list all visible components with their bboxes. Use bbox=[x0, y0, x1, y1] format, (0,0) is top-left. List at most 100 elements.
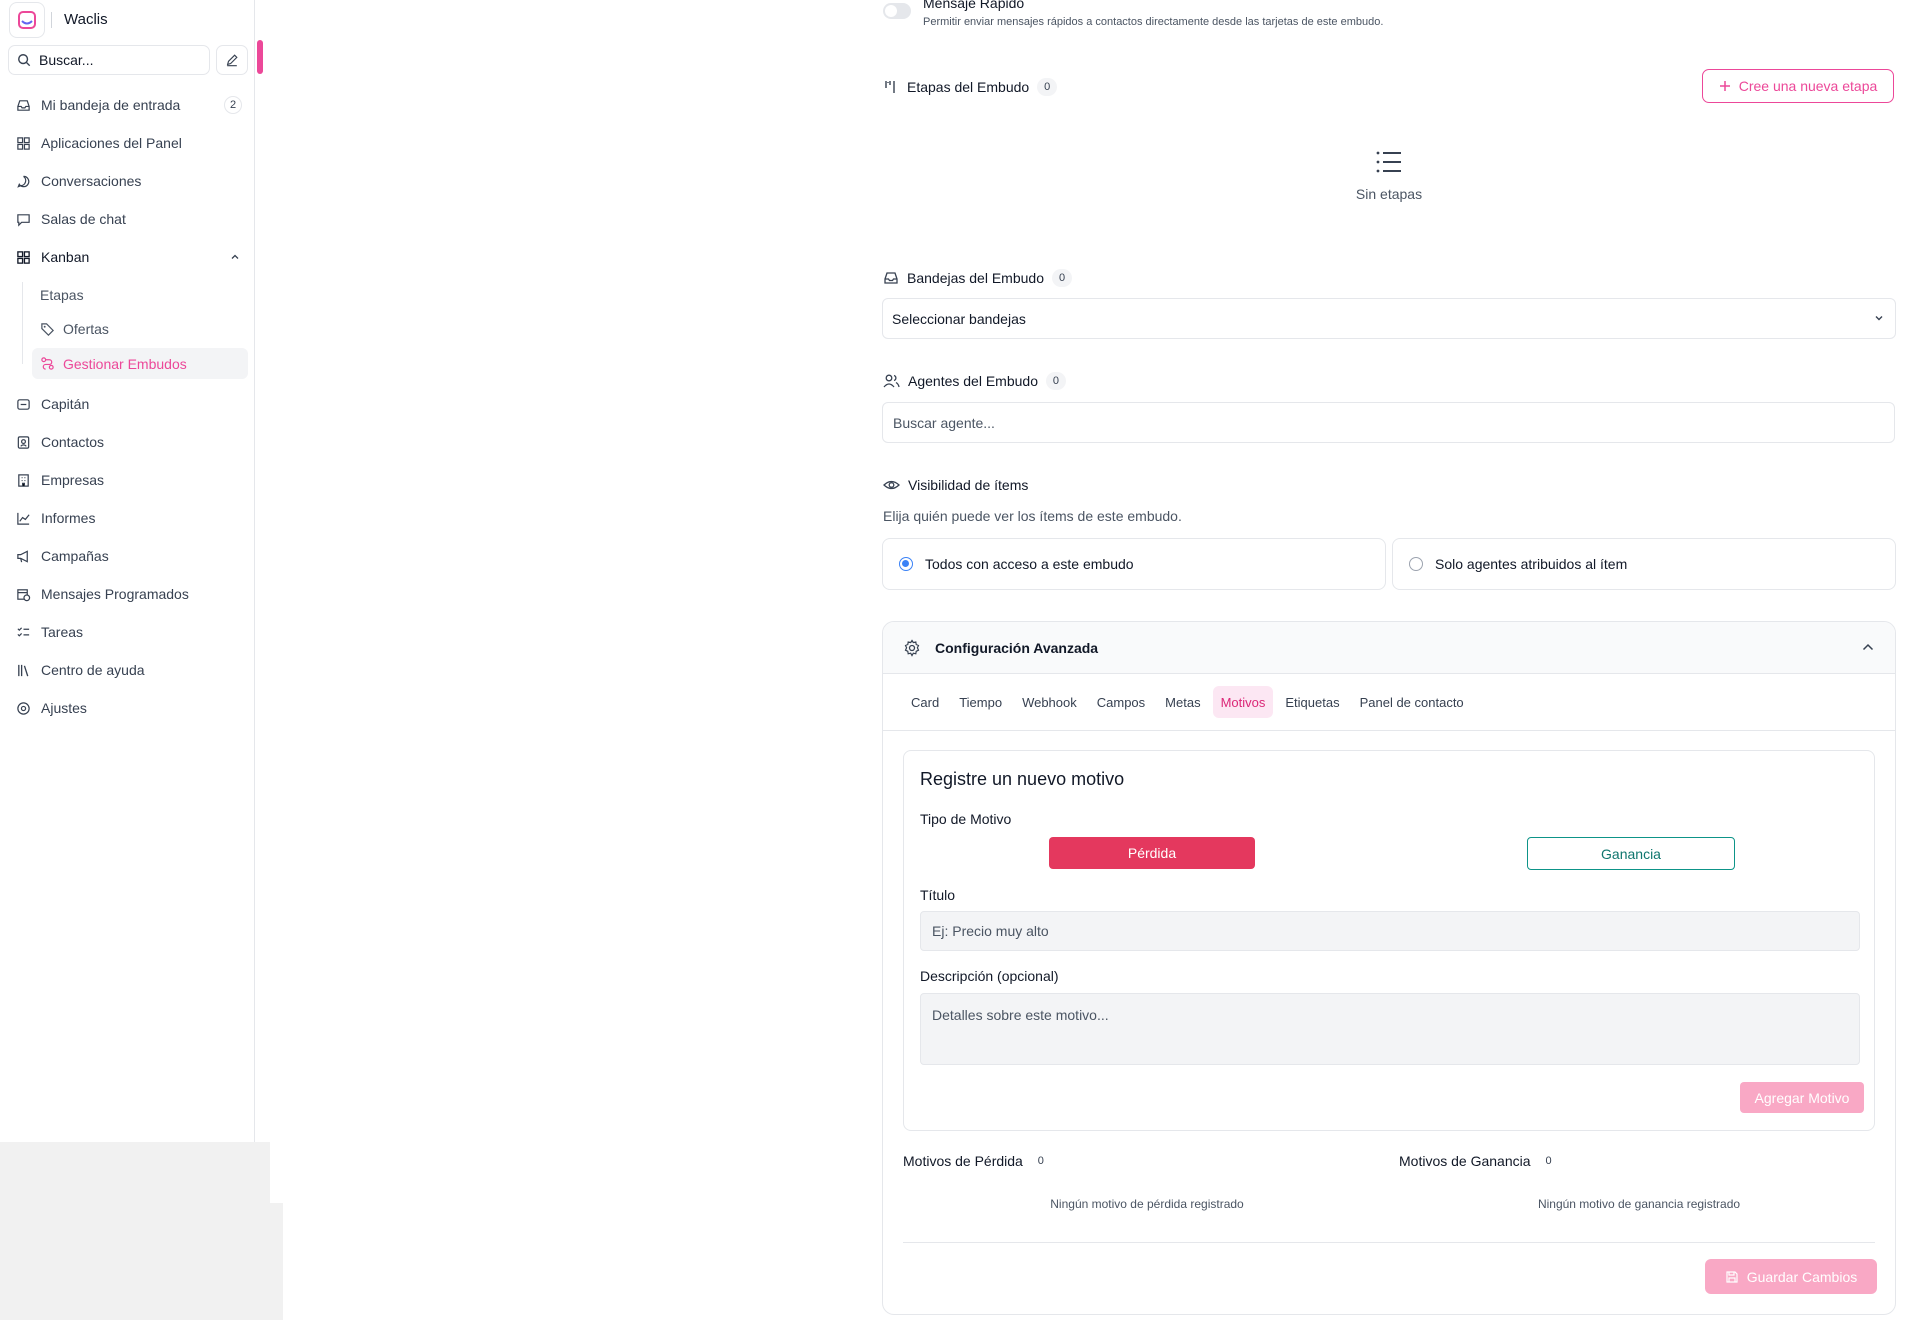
tab-fields[interactable]: Campos bbox=[1089, 686, 1153, 718]
sidebar-item-label: Centro de ayuda bbox=[41, 662, 145, 678]
tasks-icon bbox=[15, 624, 31, 640]
building-icon bbox=[15, 472, 31, 488]
sidebar-item-label: Tareas bbox=[41, 624, 84, 640]
kanban-submenu-line bbox=[22, 282, 23, 364]
sidebar-subitem-offers[interactable]: Ofertas bbox=[40, 314, 109, 344]
megaphone-icon bbox=[15, 548, 31, 564]
chevron-up-icon[interactable] bbox=[1861, 640, 1875, 654]
gain-type-button[interactable]: Ganancia bbox=[1527, 837, 1735, 870]
stages-header: Etapas del Embudo 0 bbox=[883, 76, 1058, 98]
sidebar-item-label: Empresas bbox=[41, 472, 105, 488]
sidebar-item-conversations[interactable]: Conversaciones bbox=[8, 166, 248, 196]
chevron-up-icon[interactable] bbox=[230, 252, 240, 262]
agent-search-input[interactable]: Buscar agente... bbox=[882, 402, 1895, 443]
apps-grid-icon bbox=[15, 135, 31, 151]
radio-unselected[interactable] bbox=[1409, 557, 1423, 571]
sidebar-item-label: Aplicaciones del Panel bbox=[41, 135, 182, 151]
search-placeholder: Buscar... bbox=[39, 52, 94, 68]
tabs-divider bbox=[883, 730, 1895, 731]
radio-selected[interactable] bbox=[899, 557, 913, 571]
sidebar-item-chat-rooms[interactable]: Salas de chat bbox=[8, 204, 248, 234]
visibility-option-assigned[interactable]: Solo agentes atribuidos al ítem bbox=[1392, 538, 1896, 590]
sidebar-item-tasks[interactable]: Tareas bbox=[8, 617, 248, 647]
tab-goals[interactable]: Metas bbox=[1157, 686, 1208, 718]
sidebar-item-campaigns[interactable]: Campañas bbox=[8, 541, 248, 571]
brand-divider bbox=[51, 12, 52, 28]
sidebar-item-label: Campañas bbox=[41, 548, 109, 564]
visibility-title: Visibilidad de ítems bbox=[908, 477, 1029, 493]
sidebar-item-contacts[interactable]: Contactos bbox=[8, 427, 248, 457]
inboxes-select-value: Seleccionar bandejas bbox=[892, 310, 1026, 327]
inbox-icon bbox=[15, 97, 31, 113]
advanced-tabs: Card Tiempo Webhook Campos Metas Motivos… bbox=[903, 686, 1472, 718]
compose-button[interactable] bbox=[216, 45, 248, 75]
advanced-config-panel: Configuración Avanzada Card Tiempo Webho… bbox=[882, 621, 1896, 1315]
quick-message-toggle[interactable] bbox=[883, 3, 911, 19]
scroll-indicator[interactable] bbox=[257, 40, 263, 74]
sidebar-item-label: Salas de chat bbox=[41, 211, 126, 227]
advanced-config-header[interactable]: Configuración Avanzada bbox=[883, 622, 1895, 674]
chevron-down-icon bbox=[1873, 312, 1885, 324]
sidebar-search[interactable]: Buscar... bbox=[8, 45, 210, 75]
visibility-option-all[interactable]: Todos con acceso a este embudo bbox=[882, 538, 1386, 590]
sidebar-subitem-manage-funnels[interactable]: Gestionar Embudos bbox=[32, 348, 248, 379]
loss-reasons-header: Motivos de Pérdida 0 bbox=[903, 1150, 1051, 1172]
new-reason-form: Registre un nuevo motivo Tipo de Motivo … bbox=[903, 750, 1875, 1131]
logo-icon bbox=[18, 11, 36, 29]
chart-line-icon bbox=[15, 510, 31, 526]
sidebar-item-apps[interactable]: Aplicaciones del Panel bbox=[8, 128, 248, 158]
stages-title: Etapas del Embudo bbox=[907, 79, 1030, 95]
sidebar-footer-area bbox=[0, 1142, 270, 1320]
tab-labels[interactable]: Etiquetas bbox=[1277, 686, 1347, 718]
add-reason-button[interactable]: Agregar Motivo bbox=[1740, 1082, 1864, 1113]
loss-type-button[interactable]: Pérdida bbox=[1049, 837, 1255, 869]
save-changes-button[interactable]: Guardar Cambios bbox=[1705, 1259, 1877, 1294]
inbox-count-badge: 2 bbox=[224, 96, 242, 114]
loss-reasons-empty: Ningún motivo de pérdida registrado bbox=[1050, 1197, 1244, 1211]
sidebar-item-captain[interactable]: Capitán bbox=[8, 389, 248, 419]
tab-card[interactable]: Card bbox=[903, 686, 947, 718]
sidebar-subitem-label: Gestionar Embudos bbox=[63, 355, 187, 372]
sidebar: Waclis Buscar... Mi bandeja de entrada 2… bbox=[0, 0, 263, 1320]
inboxes-select[interactable]: Seleccionar bandejas bbox=[882, 298, 1896, 339]
kanban-grid-icon bbox=[15, 249, 31, 265]
sidebar-item-label: Conversaciones bbox=[41, 173, 142, 189]
sidebar-item-kanban[interactable]: Kanban bbox=[8, 242, 248, 272]
sidebar-item-help-center[interactable]: Centro de ayuda bbox=[8, 655, 248, 685]
visibility-description: Elija quién puede ver los ítems de este … bbox=[883, 508, 1182, 524]
tab-time[interactable]: Tiempo bbox=[951, 686, 1010, 718]
loss-reasons-title: Motivos de Pérdida bbox=[903, 1153, 1023, 1169]
new-reason-title: Registre un nuevo motivo bbox=[920, 769, 1125, 789]
sidebar-item-companies[interactable]: Empresas bbox=[8, 465, 248, 495]
gain-reasons-empty: Ningún motivo de ganancia registrado bbox=[1537, 1197, 1741, 1211]
sidebar-item-scheduled-messages[interactable]: Mensajes Programados bbox=[8, 579, 248, 609]
sidebar-item-inbox[interactable]: Mi bandeja de entrada 2 bbox=[8, 90, 248, 120]
settings-icon bbox=[15, 700, 31, 716]
reason-title-input[interactable]: Ej: Precio muy alto bbox=[920, 911, 1860, 951]
contacts-icon bbox=[15, 434, 31, 450]
sidebar-item-settings[interactable]: Ajustes bbox=[8, 693, 248, 723]
inbox-icon bbox=[883, 270, 899, 286]
users-icon bbox=[883, 373, 900, 389]
sidebar-item-label: Kanban bbox=[41, 249, 90, 265]
sidebar-item-reports[interactable]: Informes bbox=[8, 503, 248, 533]
new-stage-button[interactable]: Cree una nueva etapa bbox=[1702, 69, 1894, 103]
list-icon bbox=[1375, 150, 1403, 174]
inboxes-header: Bandejas del Embudo 0 bbox=[883, 267, 1072, 289]
captain-icon bbox=[15, 396, 31, 412]
calendar-clock-icon bbox=[15, 586, 31, 602]
loss-reasons-count: 0 bbox=[1037, 1155, 1044, 1167]
tab-webhook[interactable]: Webhook bbox=[1014, 686, 1085, 718]
quick-message-description: Permitir enviar mensajes rápidos a conta… bbox=[923, 16, 1384, 28]
tab-reasons[interactable]: Motivos bbox=[1212, 686, 1274, 718]
footer-divider bbox=[903, 1242, 1875, 1243]
chat-bubble-icon bbox=[15, 173, 31, 189]
app-logo[interactable] bbox=[9, 2, 45, 38]
sidebar-subitem-stages[interactable]: Etapas bbox=[40, 280, 84, 310]
gain-reasons-title: Motivos de Ganancia bbox=[1399, 1153, 1531, 1169]
agents-count: 0 bbox=[1045, 372, 1066, 390]
visibility-option-label: Todos con acceso a este embudo bbox=[925, 556, 1134, 572]
gear-icon bbox=[903, 638, 921, 657]
reason-description-textarea[interactable]: Detalles sobre este motivo... bbox=[920, 993, 1860, 1065]
tab-contact-panel[interactable]: Panel de contacto bbox=[1352, 686, 1472, 718]
